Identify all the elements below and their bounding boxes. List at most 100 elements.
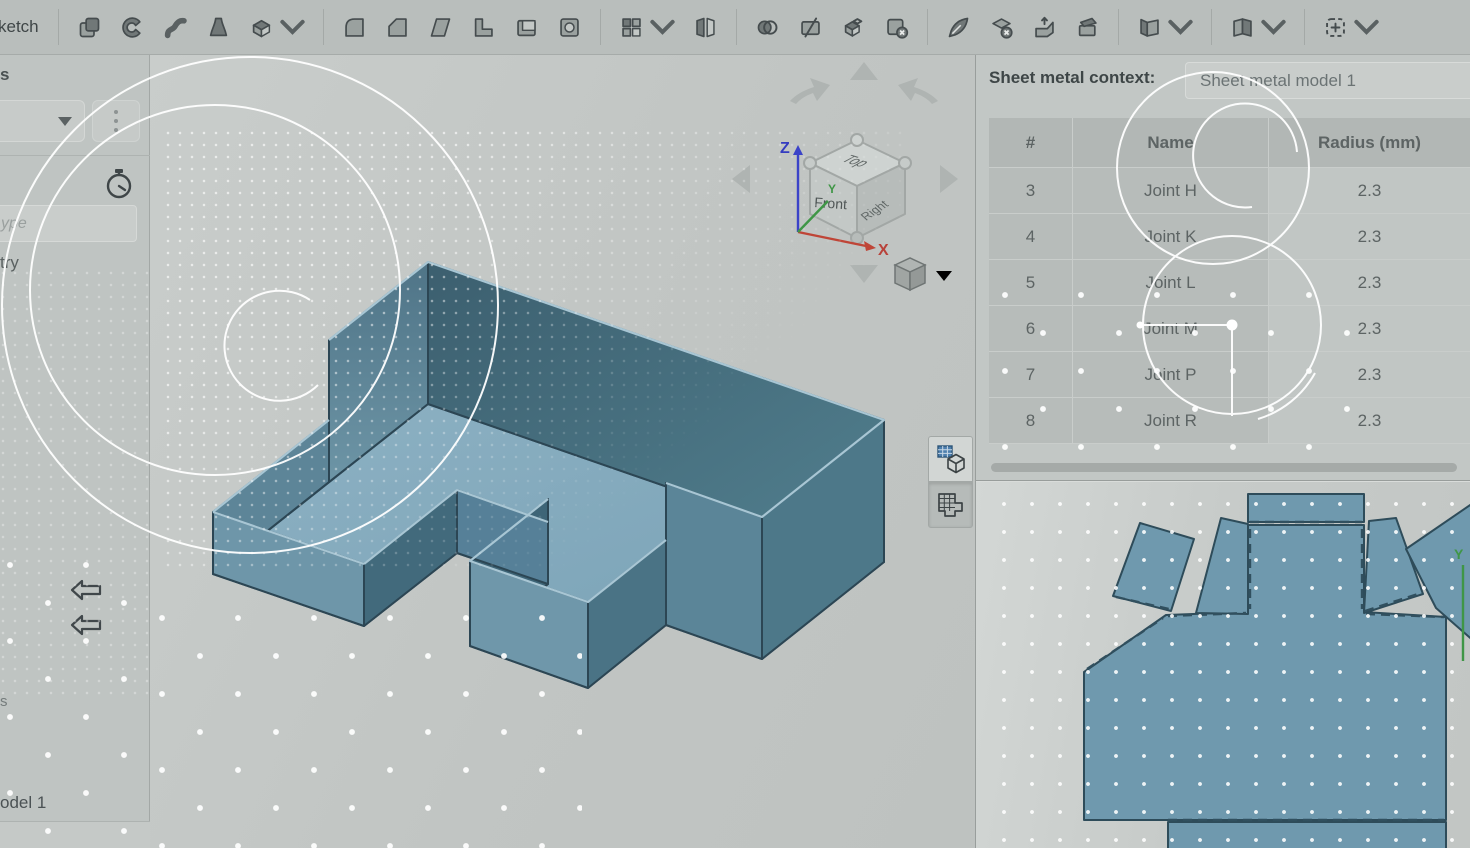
sheet-metal-flange-icon — [1136, 14, 1163, 41]
split-button[interactable] — [792, 10, 829, 45]
row-number-cell: 3 — [989, 168, 1073, 213]
sheet-metal-model-item[interactable]: odel 1 — [0, 793, 46, 813]
chevron-down-icon[interactable] — [1260, 14, 1287, 41]
revolve-icon — [119, 14, 146, 41]
cad-application-window: ketch s ype try s odel 1 — [0, 0, 1470, 848]
linear-pattern-button[interactable] — [613, 10, 681, 45]
table-row[interactable]: 3Joint H2.3 — [989, 168, 1470, 214]
table-row[interactable]: 6Joint M2.3 — [989, 306, 1470, 352]
replace-face-button[interactable] — [1069, 10, 1106, 45]
extrude-button[interactable] — [71, 10, 108, 45]
flat-pattern-viewport[interactable]: Y — [976, 480, 1470, 848]
table-horizontal-scrollbar[interactable] — [991, 463, 1457, 472]
row-radius-cell[interactable]: 2.3 — [1269, 168, 1470, 213]
sweep-icon — [162, 14, 189, 41]
hole-button[interactable] — [551, 10, 588, 45]
row-number-cell: 5 — [989, 260, 1073, 305]
sheet-metal-context-input[interactable]: Sheet metal model 1 — [1185, 62, 1470, 99]
3d-viewport[interactable]: Top Front Right Z X Y — [150, 55, 975, 848]
table-header-row: # Name Radius (mm) — [989, 118, 1470, 168]
home-view-button[interactable] — [895, 258, 952, 290]
feature-filter-dropdown[interactable] — [0, 100, 85, 142]
filter-input[interactable]: ype — [0, 205, 137, 242]
sheet-metal-part[interactable] — [213, 262, 884, 688]
folded-view-button[interactable] — [928, 436, 973, 482]
sketch-button[interactable]: ketch — [0, 17, 49, 37]
flat-pattern-drawing: Y — [976, 481, 1470, 848]
shell-button[interactable] — [508, 10, 545, 45]
chamfer-button[interactable] — [379, 10, 416, 45]
rollback-timer-icon[interactable] — [103, 165, 135, 201]
flat-left-flap-inner — [1196, 518, 1248, 614]
chevron-down-icon[interactable] — [1353, 14, 1380, 41]
chevron-down-icon[interactable] — [1167, 14, 1194, 41]
sheet-metal-panel: Sheet metal context: Sheet metal model 1… — [976, 55, 1470, 480]
toolbar-separator — [927, 9, 928, 45]
feature-item-label[interactable]: s — [0, 693, 8, 710]
table-row[interactable]: 4Joint K2.3 — [989, 214, 1470, 260]
transform-button[interactable] — [835, 10, 872, 45]
row-radius-cell[interactable]: 2.3 — [1269, 214, 1470, 259]
draft-icon — [427, 14, 454, 41]
header-name: Name — [1073, 118, 1269, 167]
sheet-metal-context-label: Sheet metal context: — [989, 68, 1155, 88]
view-cube[interactable]: Top Front Right — [804, 134, 911, 244]
sheet-metal-fold-button[interactable] — [1224, 10, 1292, 45]
row-name-cell: Joint P — [1073, 352, 1269, 397]
mirror-icon — [692, 14, 719, 41]
rollback-arrow-icon[interactable] — [70, 613, 102, 637]
replace-face-icon — [1074, 14, 1101, 41]
split-icon — [797, 14, 824, 41]
loft-button[interactable] — [200, 10, 237, 45]
flat-pattern-view-icon — [935, 489, 967, 521]
feature-list-panel: s ype try s odel 1 — [0, 55, 150, 848]
panel-divider[interactable] — [975, 55, 976, 848]
sheet-metal-fold-icon — [1229, 14, 1256, 41]
select-region-button[interactable] — [1317, 10, 1385, 45]
chevron-down-icon[interactable] — [936, 271, 952, 281]
row-name-cell: Joint L — [1073, 260, 1269, 305]
row-radius-cell[interactable]: 2.3 — [1269, 398, 1470, 443]
sweep-button[interactable] — [157, 10, 194, 45]
boolean-icon — [754, 14, 781, 41]
axis-z-label: Z — [780, 140, 790, 157]
chevron-down-icon[interactable] — [649, 14, 676, 41]
fillet-button[interactable] — [336, 10, 373, 45]
row-radius-cell[interactable]: 2.3 — [1269, 306, 1470, 351]
loft-icon — [205, 14, 232, 41]
revolve-button[interactable] — [114, 10, 151, 45]
chevron-down-icon[interactable] — [279, 14, 306, 41]
sheet-metal-flange-button[interactable] — [1131, 10, 1199, 45]
thicken-button[interactable] — [243, 10, 311, 45]
more-options-button[interactable] — [92, 100, 140, 142]
row-radius-cell[interactable]: 2.3 — [1269, 352, 1470, 397]
toolbar-separator — [323, 9, 324, 45]
draft-button[interactable] — [422, 10, 459, 45]
row-name-cell: Joint K — [1073, 214, 1269, 259]
table-row[interactable]: 8Joint R2.3 — [989, 398, 1470, 444]
rib-button[interactable] — [465, 10, 502, 45]
rollback-arrow-icon[interactable] — [70, 578, 102, 602]
flat-pattern-view-button[interactable] — [928, 482, 973, 528]
delete-part-button[interactable] — [878, 10, 915, 45]
delete-face-icon — [988, 14, 1015, 41]
boolean-button[interactable] — [749, 10, 786, 45]
move-face-button[interactable] — [1026, 10, 1063, 45]
feature-list-heading: s — [0, 65, 9, 85]
rib-icon — [470, 14, 497, 41]
sidebar-footer — [0, 822, 150, 848]
flat-bottom-flap — [1168, 822, 1446, 848]
row-radius-cell[interactable]: 2.3 — [1269, 260, 1470, 305]
table-row[interactable]: 7Joint P2.3 — [989, 352, 1470, 398]
thicken-icon — [248, 14, 275, 41]
joints-table: # Name Radius (mm) 3Joint H2.34Joint K2.… — [989, 118, 1470, 444]
row-number-cell: 8 — [989, 398, 1073, 443]
feature-toolbar: ketch — [0, 0, 1470, 55]
table-row[interactable]: 5Joint L2.3 — [989, 260, 1470, 306]
kebab-menu-icon — [114, 110, 118, 114]
delete-face-button[interactable] — [983, 10, 1020, 45]
cleanup-button[interactable] — [940, 10, 977, 45]
mirror-button[interactable] — [687, 10, 724, 45]
extrude-icon — [76, 14, 103, 41]
toolbar-separator — [1211, 9, 1212, 45]
